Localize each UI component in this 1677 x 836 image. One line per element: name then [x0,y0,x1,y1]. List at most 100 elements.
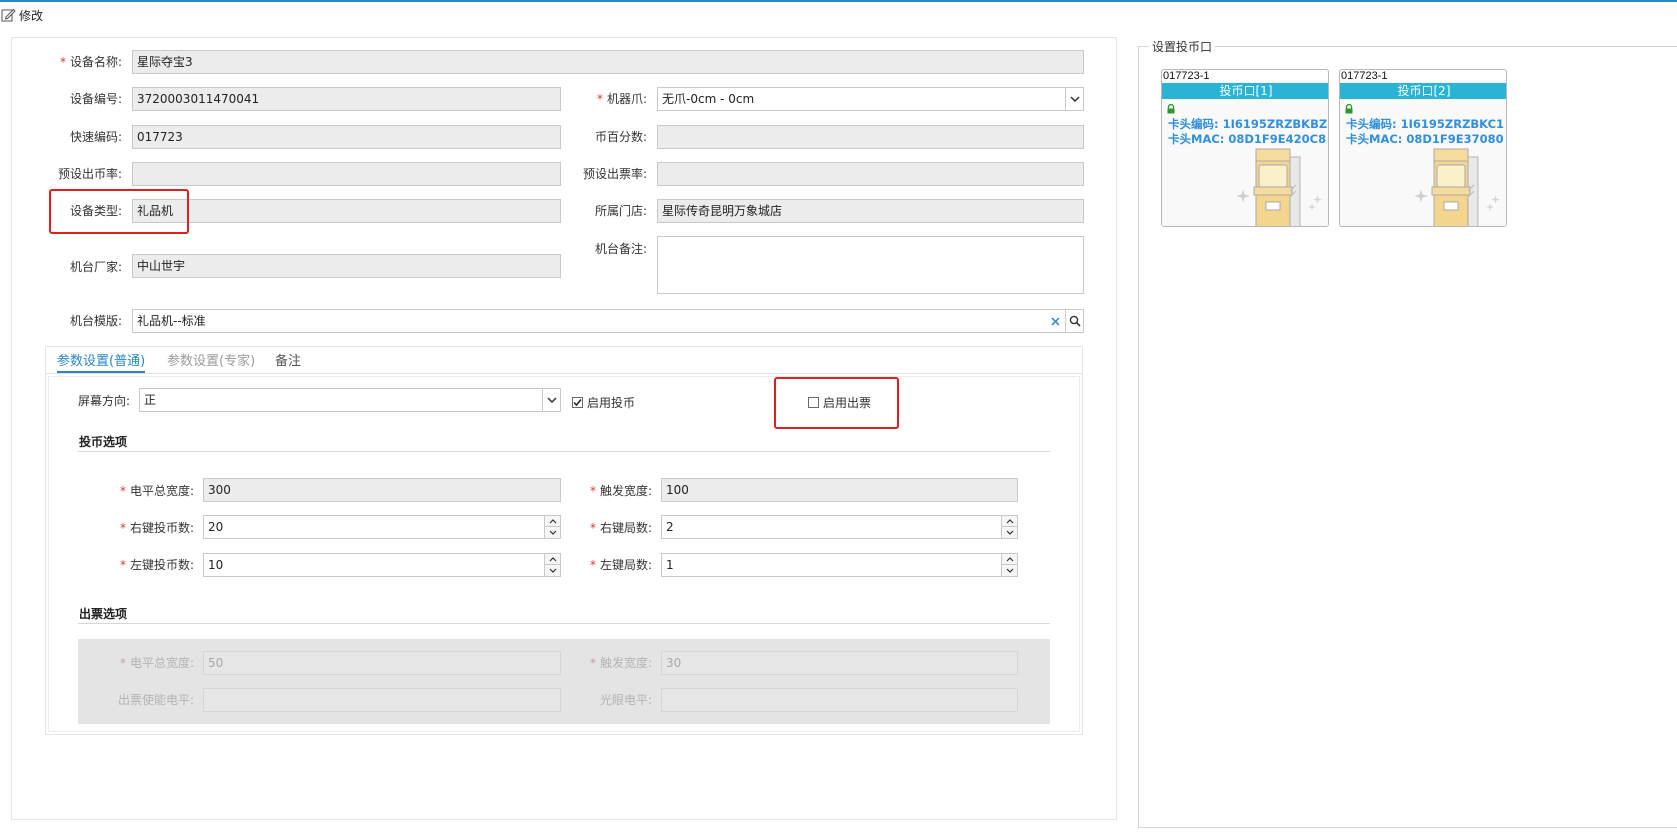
screen-direction-select[interactable]: 正 [139,388,561,412]
manufacturer-label: 机台厂家: [69,260,122,274]
coin-percent-label: 币百分数: [594,130,647,144]
arcade-machine-icon [1246,143,1306,226]
lock-icon [1344,103,1354,117]
spinner-up-icon[interactable] [545,516,560,527]
photo-level-label: 光眼电平: [599,693,652,707]
template-value: 礼品机--标准 [137,314,206,328]
enable-ticket-highlight-box [774,377,899,429]
card-code-line: 卡头编码: 1I6195ZRZBKBZ [1168,117,1328,131]
device-name-label: * 设备名称: [59,55,122,69]
spinner-down-icon[interactable] [545,527,560,538]
spinner-down-icon[interactable] [1002,565,1017,576]
ticket-trigger-width-label: * 触发宽度: [589,656,652,670]
right-games-label: * 右键局数: [589,521,652,535]
ticket-level-total-width-label: * 电平总宽度: [119,656,194,670]
card-title: 投币口[1] [1162,83,1328,99]
ticket-options-divider [78,623,1050,624]
right-coins-spinner[interactable]: 20 [203,515,561,539]
photo-level-field [661,688,1018,712]
right-games-spinner[interactable]: 2 [661,515,1018,539]
preset-coin-rate-field[interactable] [132,162,561,186]
top-accent-line [0,0,1677,2]
sparkle-icon [1486,200,1494,214]
tab-params-expert[interactable]: 参数设置(专家) [167,351,255,373]
sparkle-icon [1308,200,1316,214]
ticket-level-total-width-field: 50 [203,651,561,675]
claw-label: * 机器爪: [596,92,647,106]
card-title: 投币口[2] [1340,83,1506,99]
ticket-enable-level-label: 出票使能电平: [117,693,194,707]
chevron-down-icon[interactable] [1065,88,1083,110]
template-label: 机台模版: [69,314,122,328]
coin-percent-field[interactable] [657,125,1084,149]
spinner-buttons[interactable] [544,554,560,576]
coin-options-divider [78,451,1050,452]
spinner-up-icon[interactable] [1002,516,1017,527]
left-coins-label: * 左键投币数: [119,558,194,572]
screen-direction-label: 屏幕方向: [77,394,130,408]
spinner-up-icon[interactable] [1002,554,1017,565]
coin-slot-legend: 设置投币口 [1152,40,1213,54]
lock-icon [1166,103,1176,117]
left-coins-value: 10 [208,558,224,572]
manufacturer-field[interactable]: 中山世宇 [132,254,561,278]
tab-remark[interactable]: 备注 [275,351,301,373]
tab-params-normal[interactable]: 参数设置(普通) [57,351,146,373]
card-code-line: 卡头编码: 1I6195ZRZBKC1 [1346,117,1505,131]
spinner-down-icon[interactable] [545,565,560,576]
enable-coin-label: 启用投币 [587,396,636,410]
device-type-field[interactable]: 礼品机 [132,199,561,223]
spinner-buttons[interactable] [1001,516,1017,538]
coin-level-total-width-field[interactable]: 300 [203,478,561,502]
coin-slot-card-1[interactable]: 017723-1 投币口[1] 卡头编码: 1I6195ZRZBKBZ 卡头MA… [1161,69,1329,227]
ticket-options-title: 出票选项 [79,607,128,621]
left-games-value: 1 [666,558,674,572]
quick-code-label: 快速编码: [69,130,122,144]
coin-trigger-width-label: * 触发宽度: [589,484,652,498]
left-games-label: * 左键局数: [589,558,652,572]
coin-slot-card-2[interactable]: 017723-1 投币口[2] 卡头编码: 1I6195ZRZBKC1 卡头MA… [1339,69,1507,227]
device-code-label: 设备编号: [69,92,122,106]
card-body: 卡头编码: 1I6195ZRZBKC1 卡头MAC: 08D1F9E37080 [1340,99,1506,226]
quick-code-field[interactable]: 017723 [132,125,561,149]
store-label: 所属门店: [594,204,647,218]
preset-ticket-rate-field[interactable] [657,162,1084,186]
claw-select[interactable]: 无爪-0cm - 0cm [657,87,1084,111]
left-games-spinner[interactable]: 1 [661,553,1018,577]
spinner-buttons[interactable] [544,516,560,538]
claw-value: 无爪-0cm - 0cm [662,92,755,106]
right-games-value: 2 [666,520,674,534]
coin-options-title: 投币选项 [79,435,128,449]
left-coins-spinner[interactable]: 10 [203,553,561,577]
window-title: 修改 [19,8,44,23]
spinner-buttons[interactable] [1001,554,1017,576]
tab-bar: 参数设置(普通) 参数设置(专家) 备注 [45,346,1083,374]
window-titlebar: 修改 [0,4,43,26]
right-coins-label: * 右键投币数: [119,521,194,535]
screen-direction-value: 正 [144,393,157,407]
device-type-highlight-box [49,189,189,234]
coin-level-total-width-label: * 电平总宽度: [119,484,194,498]
preset-ticket-rate-label: 预设出票率: [582,167,647,181]
checkbox-checked-icon[interactable] [572,397,583,408]
spinner-down-icon[interactable] [1002,527,1017,538]
remark-textarea[interactable] [657,236,1084,294]
arcade-machine-icon [1424,143,1484,226]
device-code-field[interactable]: 3720003011470041 [132,87,561,111]
store-field[interactable]: 星际传奇昆明万象城店 [657,199,1084,223]
chevron-down-icon[interactable] [542,389,560,411]
preset-coin-rate-label: 预设出币率: [57,167,122,181]
spinner-up-icon[interactable] [545,554,560,565]
clear-icon[interactable] [1047,310,1063,332]
right-coins-value: 20 [208,520,224,534]
enable-coin-checkbox[interactable]: 启用投币 [572,394,635,411]
card-body: 卡头编码: 1I6195ZRZBKBZ 卡头MAC: 08D1F9E420C8 [1162,99,1328,226]
edit-icon [1,8,16,22]
coin-trigger-width-field[interactable]: 100 [661,478,1018,502]
ticket-trigger-width-field: 30 [661,651,1018,675]
template-field[interactable]: 礼品机--标准 [132,309,1084,333]
ticket-enable-level-field [203,688,561,712]
device-name-field[interactable]: 星际夺宝3 [132,50,1084,74]
remark-label: 机台备注: [594,242,647,256]
search-icon[interactable] [1065,310,1083,332]
